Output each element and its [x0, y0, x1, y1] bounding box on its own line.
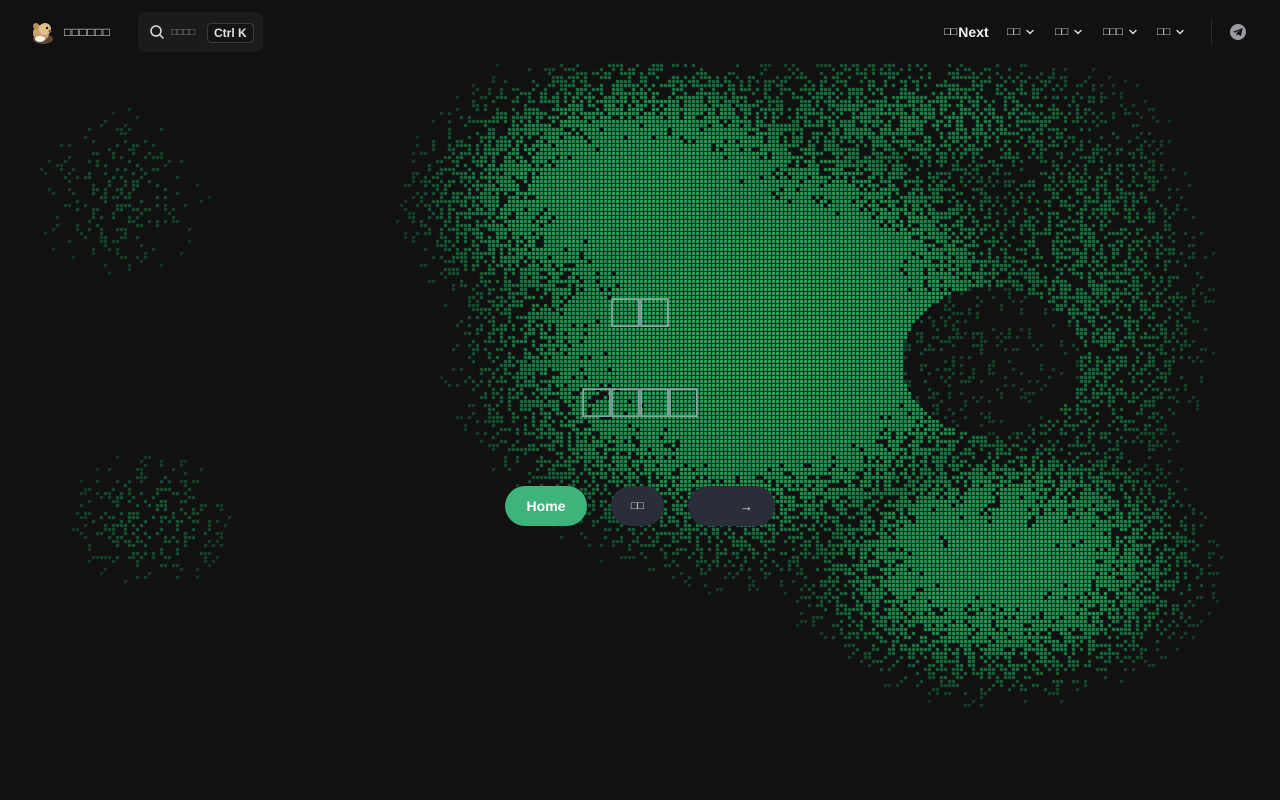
mascot-logo-icon [33, 23, 53, 44]
secondary-button[interactable]: □□ [611, 486, 664, 526]
chevron-down-icon [1176, 29, 1184, 35]
search-shortcut-badge: Ctrl K [207, 23, 254, 43]
home-button[interactable]: Home [505, 486, 587, 526]
page: □□□□□□ Ctrl K □□ Next □□ □□ □□□ □□ [0, 0, 1280, 800]
nav-next-label: Next [958, 24, 989, 40]
hero-title-line-2: □□□□ [0, 378, 1280, 426]
nav-menu-3[interactable]: □□□ [1103, 20, 1138, 44]
nav-menu-2-label: □□ [1055, 26, 1069, 38]
hero-title-line-1: □□ [0, 288, 1280, 336]
search-box[interactable]: Ctrl K [138, 12, 263, 52]
brand-name: □□□□□□ [64, 25, 111, 39]
chevron-down-icon [1074, 29, 1082, 35]
nav-menu-1-label: □□ [1007, 26, 1021, 38]
search-input[interactable] [171, 26, 211, 38]
nav-menu-2[interactable]: □□ [1055, 20, 1083, 44]
chevron-down-icon [1129, 29, 1137, 35]
nav-menu-4[interactable]: □□ [1157, 20, 1185, 44]
nav-divider [1211, 20, 1212, 44]
nav-menu-1[interactable]: □□ [1007, 20, 1035, 44]
top-nav-bar: □□□□□□ Ctrl K □□ Next □□ □□ □□□ □□ [0, 0, 1280, 64]
chevron-down-icon [1026, 29, 1034, 35]
arrow-button[interactable]: → [688, 486, 775, 526]
telegram-icon[interactable] [1229, 23, 1247, 41]
nav-menu-3-label: □□□ [1103, 26, 1123, 38]
search-icon [150, 25, 164, 39]
nav-menu-4-label: □□ [1157, 26, 1171, 38]
nav-next-link[interactable]: □□ Next [944, 20, 989, 44]
brand-link[interactable]: □□□□□□ [30, 17, 111, 47]
nav-next-prefix: □□ [944, 26, 958, 38]
